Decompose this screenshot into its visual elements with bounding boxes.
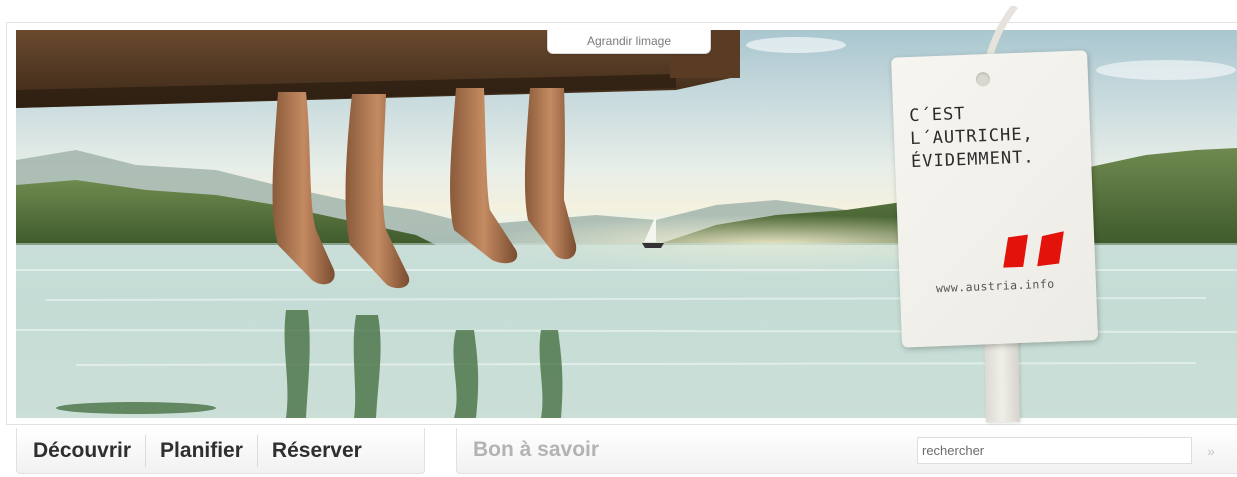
nav-planifier[interactable]: Planifier [145, 434, 257, 467]
main-nav: Découvrir Planifier Réserver [16, 428, 425, 474]
nav-reserver[interactable]: Réserver [256, 434, 376, 467]
bon-a-savoir-link[interactable]: Bon à savoir [473, 438, 599, 462]
austria-logo-icon [1003, 231, 1064, 268]
nav-decouvrir[interactable]: Découvrir [17, 435, 145, 467]
tag-url: www.austria.info [935, 276, 1055, 296]
tag-hole [975, 71, 991, 87]
info-bar: Bon à savoir » [456, 428, 1237, 474]
enlarge-image-button[interactable]: Agrandir limage [547, 30, 711, 54]
tag-slogan: C´EST L´AUTRICHE, ÉVIDEMMENT. [908, 103, 1035, 173]
austria-tag[interactable]: C´EST L´AUTRICHE, ÉVIDEMMENT. www.austri… [891, 50, 1099, 348]
search-input[interactable] [917, 437, 1192, 464]
double-chevron-right-icon[interactable]: » [1201, 441, 1221, 461]
